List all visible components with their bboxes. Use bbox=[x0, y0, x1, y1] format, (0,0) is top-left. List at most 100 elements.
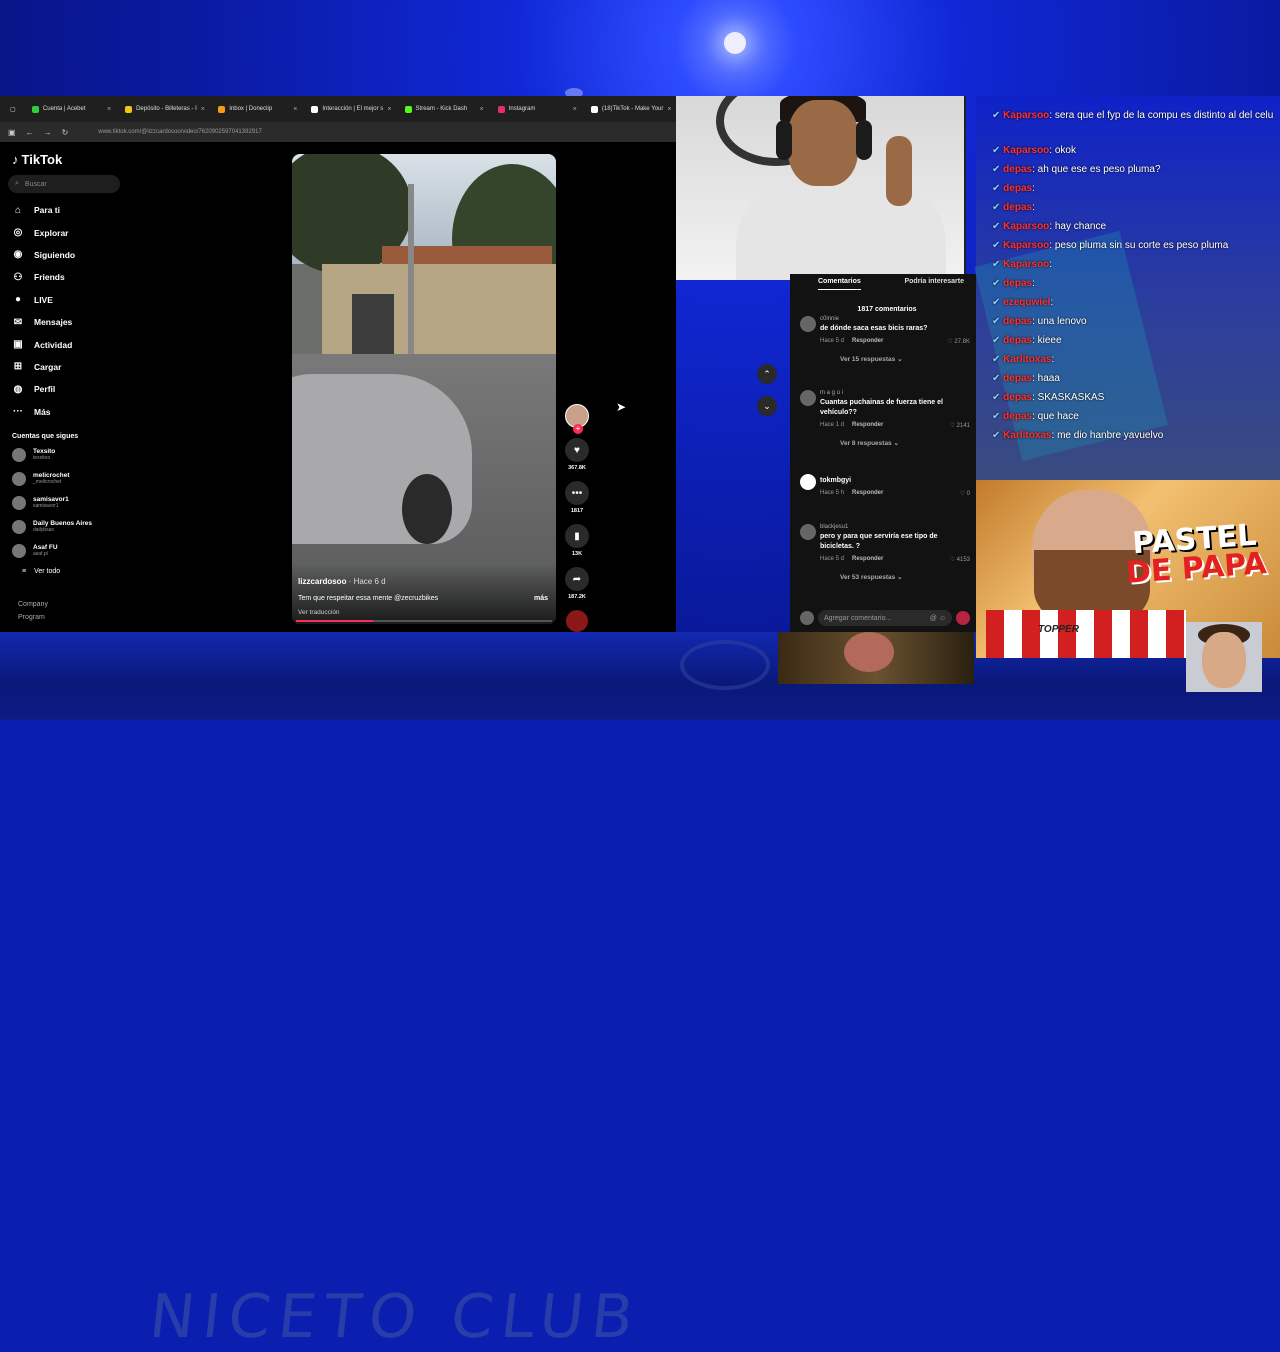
chat-username[interactable]: depas bbox=[1003, 202, 1032, 213]
send-icon[interactable] bbox=[956, 611, 970, 625]
author-avatar[interactable]: + bbox=[565, 404, 589, 434]
video-progress-bar[interactable] bbox=[296, 620, 552, 622]
sidebar-item-para-ti[interactable]: ⌂ Para ti bbox=[8, 199, 120, 221]
sidebar-toggle-icon[interactable]: ▣ bbox=[8, 128, 16, 137]
avatar[interactable] bbox=[800, 474, 816, 490]
chat-username[interactable]: depas bbox=[1003, 373, 1032, 384]
view-replies-button[interactable]: Ver 53 respuestas ⌄ bbox=[840, 573, 970, 581]
chat-username[interactable]: depas bbox=[1003, 392, 1032, 403]
reply-button[interactable]: Responder bbox=[852, 422, 883, 429]
tiktok-logo[interactable]: ♪ TikTok bbox=[12, 152, 120, 167]
company-link[interactable]: Company bbox=[18, 601, 120, 608]
sidebar-item-friends[interactable]: ⚇ Friends bbox=[8, 266, 120, 288]
tab-suggested[interactable]: Podría interesarte bbox=[904, 278, 964, 290]
sidebar-item-más[interactable]: ··· Más bbox=[8, 401, 120, 423]
save-action[interactable]: ▮ 13K bbox=[565, 524, 589, 557]
tab-comments[interactable]: Comentarios bbox=[818, 278, 861, 290]
following-account[interactable]: Daily Buenos Aires dailybsas bbox=[12, 518, 120, 536]
like-action[interactable]: ♥ 367.8K bbox=[565, 438, 589, 471]
video-player[interactable]: lizzcardosoo · Hace 6 d Tem que respeita… bbox=[292, 154, 556, 624]
sidebar-item-perfil[interactable]: ◍ Perfil bbox=[8, 378, 120, 400]
comment-like-button[interactable]: ♡ 4153 bbox=[950, 556, 970, 563]
comment-action[interactable]: ••• 1817 bbox=[565, 481, 589, 514]
close-tab-icon[interactable]: × bbox=[480, 106, 484, 113]
bookmark-icon[interactable]: ▮ bbox=[565, 524, 589, 548]
music-disc-icon[interactable] bbox=[566, 610, 588, 632]
chat-username[interactable]: depas bbox=[1003, 278, 1032, 289]
following-account[interactable]: samisavor1 samisavor1 bbox=[12, 494, 120, 512]
heart-icon[interactable]: ♥ bbox=[565, 438, 589, 462]
chat-username[interactable]: Kaparsoo bbox=[1003, 110, 1049, 121]
sidebar-item-actividad[interactable]: ▣ Actividad bbox=[8, 333, 120, 355]
sidebar-item-siguiendo[interactable]: ◉ Siguiendo bbox=[8, 244, 120, 266]
sidebar-item-mensajes[interactable]: ✉ Mensajes bbox=[8, 311, 120, 333]
avatar[interactable] bbox=[800, 316, 816, 332]
share-action[interactable]: ➦ 187.2K bbox=[565, 567, 589, 600]
close-tab-icon[interactable]: × bbox=[573, 106, 577, 113]
reply-button[interactable]: Responder bbox=[852, 556, 883, 563]
comment-input[interactable]: Agregar comentario... @ ☺ bbox=[818, 610, 952, 626]
browser-tab[interactable]: Interacción | El mejor s × bbox=[305, 99, 396, 119]
chat-username[interactable]: Karlitoxas bbox=[1003, 354, 1051, 365]
tab-menu-icon[interactable]: ▢ bbox=[4, 99, 24, 119]
following-account[interactable]: Asaf FU asaf.pl bbox=[12, 542, 120, 560]
sidebar-item-live[interactable]: ● LIVE bbox=[8, 289, 120, 311]
close-tab-icon[interactable]: × bbox=[667, 106, 671, 113]
close-tab-icon[interactable]: × bbox=[107, 106, 111, 113]
close-tab-icon[interactable]: × bbox=[201, 106, 205, 113]
close-tab-icon[interactable]: × bbox=[293, 106, 297, 113]
avatar[interactable] bbox=[800, 390, 816, 406]
reply-button[interactable]: Responder bbox=[852, 490, 883, 497]
sidebar-item-cargar[interactable]: ⊞ Cargar bbox=[8, 356, 120, 378]
previous-video-button[interactable]: ⌃ bbox=[757, 364, 777, 384]
browser-tab[interactable]: (18)TikTok - Make Your × bbox=[585, 99, 676, 119]
following-account[interactable]: Texsito texsitoo bbox=[12, 446, 120, 464]
browser-tab[interactable]: Instagram × bbox=[492, 99, 583, 119]
see-all-link[interactable]: ≡ Ver todo bbox=[22, 568, 120, 575]
forward-icon[interactable]: → bbox=[44, 128, 52, 137]
browser-tab[interactable]: Inbox | Doneclip × bbox=[212, 99, 303, 119]
comment-icon[interactable]: ••• bbox=[565, 481, 589, 505]
search-input[interactable]: ⌕ Buscar bbox=[8, 175, 120, 193]
chat-username[interactable]: Kaparsoo bbox=[1003, 259, 1049, 270]
reply-button[interactable]: Responder bbox=[852, 338, 883, 345]
see-translation-link[interactable]: Ver traducción bbox=[298, 609, 340, 616]
chat-username[interactable]: Kaparsoo bbox=[1003, 145, 1049, 156]
comment-like-button[interactable]: ♡ 27.8K bbox=[947, 338, 970, 345]
share-icon[interactable]: ➦ bbox=[565, 567, 589, 591]
next-video-button[interactable]: ⌄ bbox=[757, 396, 777, 416]
chat-username[interactable]: Kaparsoo bbox=[1003, 240, 1049, 251]
avatar[interactable] bbox=[800, 524, 816, 540]
program-link[interactable]: Program bbox=[18, 614, 120, 621]
chat-username[interactable]: Kaparsoo bbox=[1003, 221, 1049, 232]
chat-username[interactable]: depas bbox=[1003, 164, 1032, 175]
url-field[interactable]: www.tiktok.com/@lizzcardosoo/video/76209… bbox=[98, 129, 262, 135]
chat-username[interactable]: ezequwiel bbox=[1003, 297, 1050, 308]
chat-username[interactable]: depas bbox=[1003, 411, 1032, 422]
mention-emoji-icon[interactable]: @ ☺ bbox=[930, 615, 946, 622]
caption-more-button[interactable]: más bbox=[534, 595, 548, 602]
eye-decoration bbox=[680, 640, 770, 690]
comment-username[interactable]: blackjesu1 bbox=[820, 524, 970, 530]
chat-username[interactable]: depas bbox=[1003, 316, 1032, 327]
back-icon[interactable]: ← bbox=[26, 128, 34, 137]
reload-icon[interactable]: ↻ bbox=[62, 128, 69, 137]
comment-username[interactable]: m a g u i bbox=[820, 390, 970, 396]
chat-username[interactable]: depas bbox=[1003, 183, 1032, 194]
browser-tab[interactable]: Cuenta | Acebet × bbox=[26, 99, 117, 119]
video-author[interactable]: lizzcardosoo · Hace 6 d bbox=[298, 577, 386, 586]
browser-tab[interactable]: Depósito - Billeteras - I × bbox=[119, 99, 210, 119]
follow-plus-icon[interactable]: + bbox=[573, 424, 583, 434]
sidebar-item-explorar[interactable]: ◎ Explorar bbox=[8, 221, 120, 243]
browser-tab[interactable]: Stream - Kick Dash × bbox=[399, 99, 490, 119]
close-tab-icon[interactable]: × bbox=[387, 106, 391, 113]
following-account[interactable]: melicrochet _melicrochet bbox=[12, 470, 120, 488]
comment-like-button[interactable]: ♡ 2141 bbox=[950, 422, 970, 429]
comment-like-button[interactable]: ♡ 0 bbox=[960, 490, 970, 497]
comment-username[interactable]: c0innie bbox=[820, 316, 970, 322]
chat-username[interactable]: depas bbox=[1003, 335, 1032, 346]
view-replies-button[interactable]: Ver 8 respuestas ⌄ bbox=[840, 439, 970, 447]
chat-username[interactable]: Karlitoxas bbox=[1003, 430, 1051, 441]
video-username[interactable]: lizzcardosoo bbox=[298, 577, 346, 586]
view-replies-button[interactable]: Ver 15 respuestas ⌄ bbox=[840, 355, 970, 363]
